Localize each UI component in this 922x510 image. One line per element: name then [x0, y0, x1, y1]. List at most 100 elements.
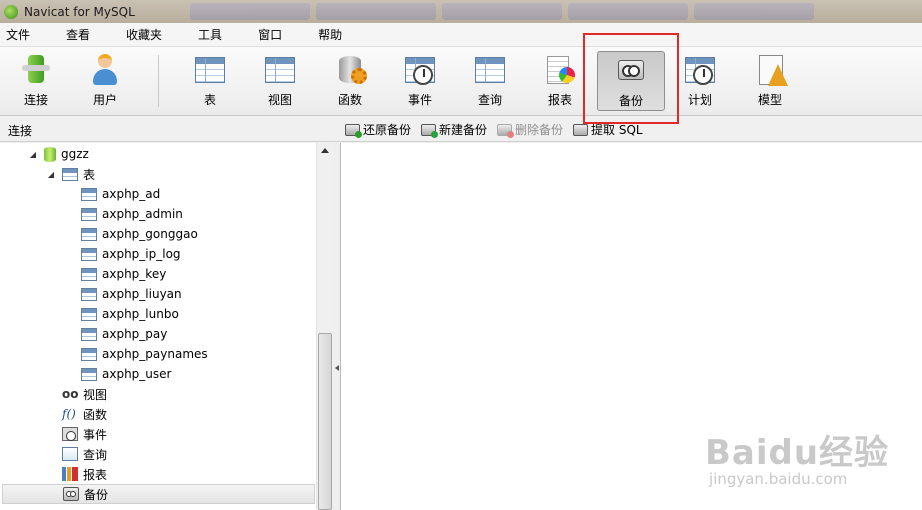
user-button[interactable]: 用户: [76, 51, 134, 111]
table-name: axphp_admin: [102, 207, 183, 221]
tree-table-item[interactable]: axphp_ad: [0, 184, 316, 204]
tables-folder-label: 表: [83, 167, 96, 182]
navicat-logo-icon: [4, 4, 18, 19]
model-button[interactable]: 模型: [741, 51, 799, 111]
menu-view[interactable]: 查看: [60, 26, 100, 43]
tree-tables-folder[interactable]: ◢ 表: [0, 164, 316, 184]
query-icon: [473, 53, 507, 87]
tree-next-item-partial[interactable]: [0, 504, 316, 510]
delete-backup-button[interactable]: 删除备份: [497, 121, 563, 138]
model-label: 模型: [757, 93, 782, 107]
queries-folder-label: 查询: [83, 447, 108, 462]
backup-label: 备份: [618, 94, 643, 108]
view-icon: [263, 53, 297, 87]
table-name: axphp_paynames: [102, 347, 208, 361]
tree-table-item[interactable]: axphp_user: [0, 364, 316, 384]
connection-pane-title: 连接: [8, 124, 33, 138]
watermark: Baidu经验 jingyan.baidu.com: [705, 425, 889, 488]
tree-events-folder[interactable]: 事件: [0, 424, 316, 444]
tree-table-item[interactable]: axphp_pay: [0, 324, 316, 344]
tree-reports-folder[interactable]: 报表: [0, 464, 316, 484]
table-name: axphp_liuyan: [102, 287, 182, 301]
user-icon: [88, 53, 122, 87]
view-label: 视图: [267, 93, 292, 107]
expand-arrow-icon[interactable]: ◢: [28, 150, 38, 159]
new-backup-icon: [421, 123, 439, 138]
tree-table-item[interactable]: axphp_key: [0, 264, 316, 284]
report-button[interactable]: 报表: [531, 51, 589, 111]
extract-sql-button[interactable]: 提取 SQL: [573, 121, 643, 138]
table-icon: [81, 247, 97, 261]
view-button[interactable]: 视图: [251, 51, 309, 111]
functions-folder-label: 函数: [83, 407, 108, 422]
connect-label: 连接: [23, 93, 48, 107]
event-button[interactable]: 事件: [391, 51, 449, 111]
connection-tree: ◢ ggzz ◢ 表 axphp_ad axphp_admin axphp_go…: [0, 143, 333, 510]
tree-table-item[interactable]: axphp_ip_log: [0, 244, 316, 264]
backup-tape-icon: [614, 54, 648, 88]
query-icon: [62, 447, 78, 461]
tree-table-item[interactable]: axphp_gonggao: [0, 224, 316, 244]
report-label: 报表: [547, 93, 572, 107]
function-button[interactable]: 函数: [321, 51, 379, 111]
tree-table-item[interactable]: axphp_paynames: [0, 344, 316, 364]
scroll-up-arrow-icon[interactable]: [321, 148, 329, 153]
schedule-icon: [683, 53, 717, 87]
tree-backups-folder[interactable]: 备份: [2, 484, 315, 504]
pane-splitter[interactable]: [333, 143, 341, 510]
background-tab: [442, 3, 562, 20]
background-taskbar: [190, 3, 814, 20]
new-backup-button[interactable]: 新建备份: [421, 121, 487, 138]
table-icon: [81, 287, 97, 301]
tree-functions-folder[interactable]: f() 函数: [0, 404, 316, 424]
extract-sql-icon: [573, 123, 589, 136]
menu-tools[interactable]: 工具: [192, 26, 232, 43]
events-folder-label: 事件: [83, 427, 108, 442]
tree-queries-folder[interactable]: 查询: [0, 444, 316, 464]
collapse-arrow-icon[interactable]: [335, 365, 339, 371]
tree-table-item[interactable]: axphp_lunbo: [0, 304, 316, 324]
table-icon: [81, 207, 97, 221]
event-icon: [403, 53, 437, 87]
restore-backup-label: 还原备份: [363, 123, 412, 137]
plug-icon: [19, 53, 53, 87]
extract-sql-label: 提取 SQL: [591, 123, 643, 137]
query-label: 查询: [477, 93, 502, 107]
toolbar-separator: [158, 55, 159, 107]
scrollbar-thumb[interactable]: [318, 333, 332, 510]
glasses-icon: oo: [62, 387, 79, 401]
tree-views-folder[interactable]: oo 视图: [0, 384, 316, 404]
expand-arrow-icon[interactable]: ◢: [46, 170, 56, 179]
object-toolbar: 连接 还原备份 新建备份 删除备份 提取 SQL: [0, 116, 922, 142]
backup-button[interactable]: 备份: [597, 51, 665, 111]
function-icon: [333, 53, 367, 87]
table-name: axphp_ip_log: [102, 247, 181, 261]
tree-scrollbar[interactable]: [316, 143, 333, 510]
query-button[interactable]: 查询: [461, 51, 519, 111]
schedule-label: 计划: [687, 93, 712, 107]
tree-table-item[interactable]: axphp_liuyan: [0, 284, 316, 304]
menu-favorites[interactable]: 收藏夹: [120, 26, 172, 43]
background-tab: [190, 3, 310, 20]
function-label: 函数: [337, 93, 362, 107]
menu-help[interactable]: 帮助: [312, 26, 352, 43]
table-icon: [193, 53, 227, 87]
table-name: axphp_key: [102, 267, 167, 281]
table-name: axphp_lunbo: [102, 307, 179, 321]
menu-file[interactable]: 文件: [0, 26, 40, 43]
table-button[interactable]: 表: [181, 51, 239, 111]
menu-window[interactable]: 窗口: [252, 26, 292, 43]
model-icon: [753, 53, 788, 87]
views-folder-label: 视图: [83, 387, 108, 402]
restore-backup-button[interactable]: 还原备份: [345, 121, 411, 138]
tree-table-item[interactable]: axphp_admin: [0, 204, 316, 224]
database-icon: [44, 146, 56, 162]
schedule-button[interactable]: 计划: [671, 51, 729, 111]
backup-actions: 还原备份 新建备份 删除备份 提取 SQL: [345, 121, 643, 138]
tree-database-ggzz[interactable]: ◢ ggzz: [0, 144, 316, 164]
watermark-brand: Baidu经验: [705, 433, 890, 473]
background-tab: [568, 3, 688, 20]
report-icon: [543, 53, 577, 87]
connect-button[interactable]: 连接: [7, 51, 65, 111]
table-label: 表: [203, 93, 216, 107]
